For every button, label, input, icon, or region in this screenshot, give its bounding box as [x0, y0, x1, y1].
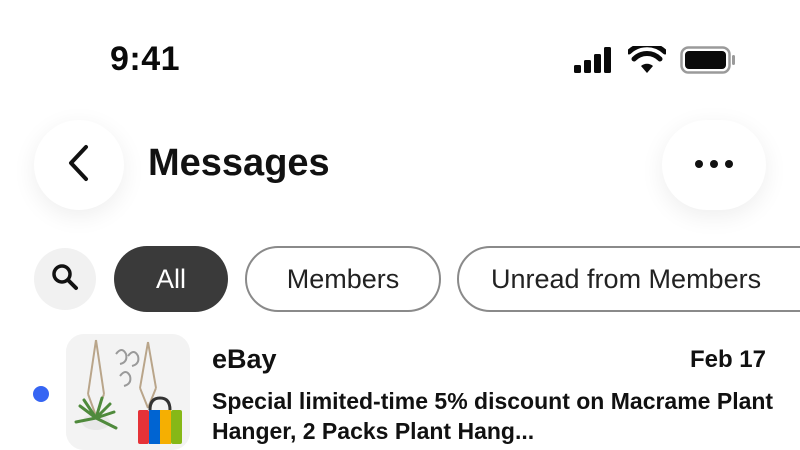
cellular-signal-icon: [574, 47, 614, 73]
page-title: Messages: [148, 142, 330, 184]
wifi-icon: [628, 46, 666, 74]
status-time: 9:41: [110, 40, 181, 78]
message-sender: eBay: [212, 344, 277, 374]
filter-chip-members[interactable]: Members: [245, 246, 441, 312]
ellipsis-icon: [694, 156, 734, 174]
search-button[interactable]: [34, 248, 96, 310]
unread-indicator: [33, 386, 49, 402]
message-preview: Special limited-time 5% discount on Macr…: [212, 388, 774, 444]
message-date: Feb 17: [689, 346, 766, 373]
ebay-bag-icon: [136, 396, 184, 446]
search-icon: [51, 263, 79, 296]
header: Messages: [0, 112, 800, 222]
chevron-left-icon: [64, 143, 94, 188]
more-options-button[interactable]: [662, 120, 766, 210]
battery-icon: [680, 46, 736, 74]
status-bar: 9:41: [0, 0, 800, 110]
status-icons: [574, 46, 736, 74]
filter-bar: All Members Unread from Members: [0, 246, 800, 312]
message-row[interactable]: eBay Feb 17 Special limited-time 5% disc…: [0, 330, 800, 450]
filter-chip-all[interactable]: All: [114, 246, 228, 312]
message-thumbnail: [66, 334, 190, 450]
back-button[interactable]: [34, 120, 124, 210]
filter-chip-unread-from-members[interactable]: Unread from Members: [457, 246, 800, 312]
